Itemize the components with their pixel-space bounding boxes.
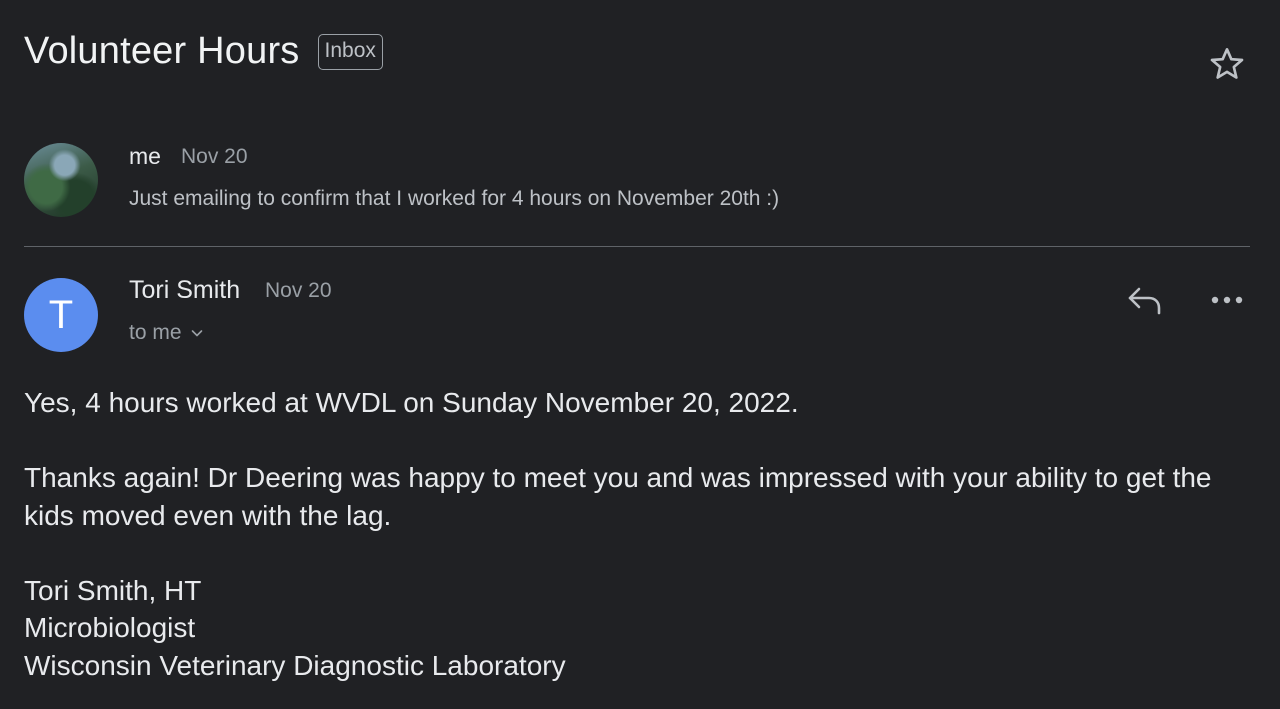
recipients-toggle[interactable]: to me [129, 321, 204, 345]
more-options-icon[interactable] [1207, 287, 1247, 313]
inbox-label-chip[interactable]: Inbox [317, 33, 383, 70]
signature-name: Tori Smith, HT [24, 574, 202, 606]
signature-title: Microbiologist [24, 612, 196, 643]
email-thread-view: Volunteer Hours Inbox me Nov 20 Just ema… [0, 0, 1280, 709]
sender-avatar: T [24, 278, 98, 352]
message-body: Yes, 4 hours worked at WVDL on Sunday No… [24, 384, 1254, 684]
star-icon[interactable] [1207, 44, 1247, 84]
signature-organization: Wisconsin Veterinary Diagnostic Laborato… [24, 649, 566, 681]
body-paragraph-2: Thanks again! Dr Deering was happy to me… [24, 462, 1212, 531]
reply-icon[interactable] [1125, 283, 1165, 319]
thread-subject: Volunteer Hours [24, 30, 300, 72]
body-paragraph-1: Yes, 4 hours worked at WVDL on Sunday No… [24, 387, 799, 418]
sender-avatar-photo [24, 143, 98, 217]
message-1-sender: me [129, 143, 161, 169]
recipients-label: to me [129, 321, 182, 344]
message-1-snippet[interactable]: Just emailing to confirm that I worked f… [129, 187, 779, 211]
message-1-date: Nov 20 [181, 145, 248, 168]
subject-row: Volunteer Hours Inbox [24, 30, 383, 73]
chevron-down-icon [191, 330, 202, 337]
avatar-initial: T [48, 293, 74, 337]
message-2-sender: Tori Smith [129, 276, 241, 304]
message-2-date: Nov 20 [265, 279, 332, 302]
signature: Tori Smith, HT Microbiologist Wisconsin … [24, 572, 1254, 685]
message-divider [24, 246, 1250, 247]
